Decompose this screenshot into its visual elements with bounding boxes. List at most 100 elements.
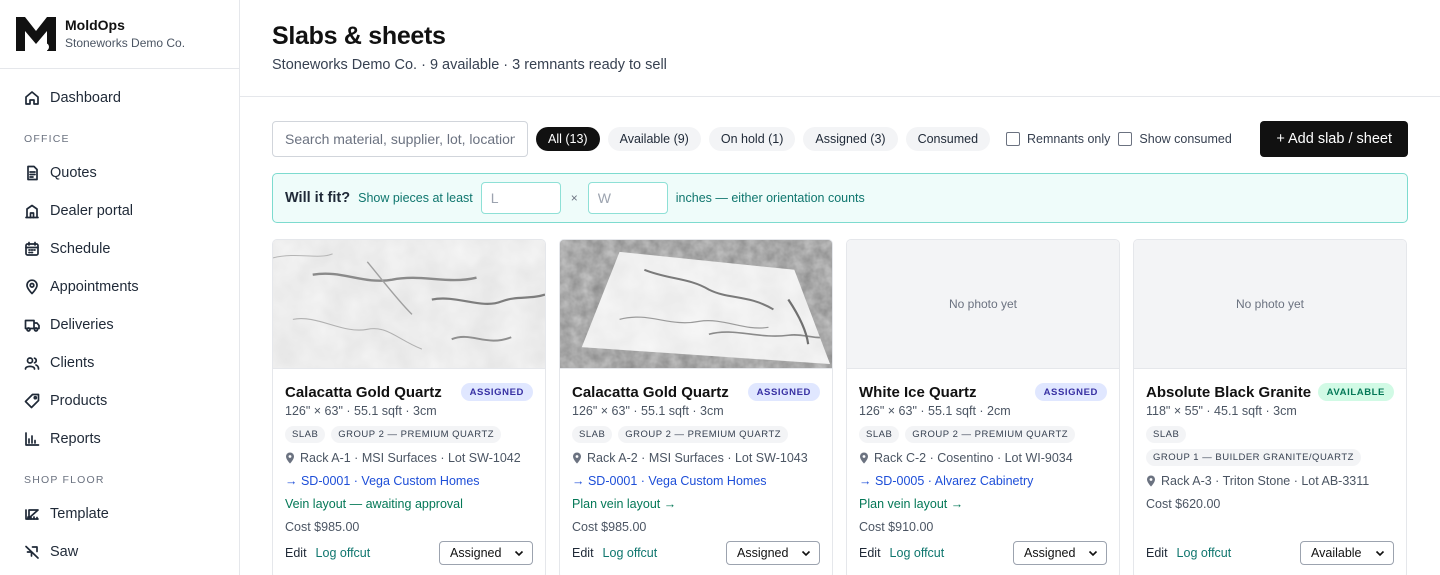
slab-photo[interactable]	[560, 240, 832, 369]
slab-cost: Cost $985.00	[285, 520, 360, 534]
sidebar-section-shop-floor: SHOP FLOOR	[24, 474, 105, 486]
map-pin-icon	[24, 279, 40, 295]
marble-photo-icon	[560, 240, 832, 368]
sidebar-item-label: Appointments	[50, 279, 139, 295]
sidebar-item-quotes[interactable]: Quotes	[0, 154, 239, 192]
page-header: Slabs & sheets Stoneworks Demo Co. · 9 a…	[240, 0, 1440, 97]
slab-dimensions: 126" × 63" · 55.1 sqft · 3cm	[572, 404, 724, 418]
sidebar-item-clients[interactable]: Clients	[0, 344, 239, 382]
job-link[interactable]: → SD-0005 · Alvarez Cabinetry	[859, 474, 1107, 488]
search-input[interactable]	[272, 121, 528, 157]
marble-photo-icon	[273, 240, 545, 368]
sidebar-item-saw[interactable]: Saw	[0, 533, 239, 571]
sidebar-item-label: Template	[50, 506, 109, 522]
add-slab-button[interactable]: + Add slab / sheet	[1260, 121, 1408, 157]
fit-length-input[interactable]	[480, 182, 561, 214]
vein-layout-status[interactable]: Vein layout — awaiting approval	[285, 497, 533, 511]
status-select[interactable]: Available	[1300, 541, 1394, 565]
chevron-down-icon	[1375, 550, 1385, 557]
sidebar-item-label: Products	[50, 393, 108, 409]
log-offcut-button[interactable]: Log offcut	[890, 546, 945, 560]
log-offcut-button[interactable]: Log offcut	[1177, 546, 1232, 560]
slab-card: No photo yet Absolute Black Granite AVAI…	[1133, 239, 1407, 575]
plan-vein-layout-link[interactable]: Plan vein layout →	[859, 497, 1107, 511]
filter-consumed[interactable]: Consumed	[905, 127, 991, 151]
slab-card-grid: Calacatta Gold Quartz ASSIGNED 126" × 63…	[272, 239, 1408, 575]
slab-type-tag: SLAB	[1146, 426, 1187, 443]
slab-photo[interactable]	[273, 240, 545, 369]
chevron-down-icon	[801, 550, 811, 557]
sidebar-item-template[interactable]: Template	[0, 495, 239, 533]
slab-location-text: Rack A-2 · MSI Surfaces · Lot SW-1043	[587, 451, 808, 465]
filter-assigned[interactable]: Assigned (3)	[803, 127, 898, 151]
status-select[interactable]: Assigned	[726, 541, 820, 565]
slab-group-tag: GROUP 2 — PREMIUM QUARTZ	[905, 426, 1076, 443]
sidebar-item-deliveries[interactable]: Deliveries	[0, 306, 239, 344]
slab-cost: Cost $985.00	[572, 520, 647, 534]
pin-icon	[286, 452, 294, 464]
show-consumed-checkbox[interactable]: Show consumed	[1118, 132, 1232, 146]
building-icon	[24, 203, 40, 219]
log-offcut-button[interactable]: Log offcut	[316, 546, 371, 560]
sidebar-item-label: Quotes	[50, 165, 97, 181]
slab-location: Rack A-3 · Triton Stone · Lot AB-3311	[1146, 474, 1394, 488]
sidebar-item-dealer-portal[interactable]: Dealer portal	[0, 192, 239, 230]
checkbox-label: Show consumed	[1139, 132, 1232, 146]
checkbox-box[interactable]	[1006, 132, 1021, 146]
plan-vein-layout-link[interactable]: Plan vein layout →	[572, 497, 820, 511]
job-link[interactable]: → SD-0001 · Vega Custom Homes	[285, 474, 533, 488]
remnants-only-checkbox[interactable]: Remnants only	[1006, 132, 1110, 146]
slab-location-text: Rack A-1 · MSI Surfaces · Lot SW-1042	[300, 451, 521, 465]
sidebar-item-label: Deliveries	[50, 317, 114, 333]
edit-button[interactable]: Edit	[572, 546, 594, 560]
pin-icon	[573, 452, 581, 464]
sidebar-item-label: Saw	[50, 544, 79, 560]
slab-card: No photo yet White Ice Quartz ASSIGNED 1…	[846, 239, 1120, 575]
filter-on-hold[interactable]: On hold (1)	[708, 127, 796, 151]
slab-card: Calacatta Gold Quartz ASSIGNED 126" × 63…	[272, 239, 546, 575]
page-title: Slabs & sheets	[272, 22, 446, 50]
checkbox-label: Remnants only	[1027, 132, 1111, 146]
brand-company: Stoneworks Demo Co.	[65, 36, 186, 50]
slab-title: Calacatta Gold Quartz	[572, 383, 729, 401]
slab-group-tag: GROUP 1 — BUILDER GRANITE/QUARTZ	[1146, 449, 1361, 466]
slab-photo-placeholder[interactable]: No photo yet	[1134, 240, 1406, 369]
calendar-icon	[24, 241, 40, 257]
home-icon	[24, 90, 40, 106]
slab-location-text: Rack C-2 · Cosentino · Lot WI-9034	[874, 451, 1073, 465]
page-subtitle: Stoneworks Demo Co. · 9 available · 3 re…	[272, 57, 667, 73]
sidebar: MoldOps Stoneworks Demo Co. Dashboard OF…	[0, 0, 240, 575]
sidebar-item-appointments[interactable]: Appointments	[0, 268, 239, 306]
slab-group-tag: GROUP 2 — PREMIUM QUARTZ	[331, 426, 502, 443]
sidebar-item-products[interactable]: Products	[0, 382, 239, 420]
status-select[interactable]: Assigned	[439, 541, 533, 565]
sidebar-item-schedule[interactable]: Schedule	[0, 230, 239, 268]
fit-width-input[interactable]	[587, 182, 668, 214]
filter-available[interactable]: Available (9)	[607, 127, 701, 151]
fit-times-sign: ×	[570, 191, 578, 205]
document-icon	[24, 165, 40, 181]
status-select[interactable]: Assigned	[1013, 541, 1107, 565]
job-link[interactable]: → SD-0001 · Vega Custom Homes	[572, 474, 820, 488]
slab-type-tag: SLAB	[859, 426, 900, 443]
sidebar-item-reports[interactable]: Reports	[0, 420, 239, 458]
filter-all[interactable]: All (13)	[536, 127, 600, 151]
brand-name: MoldOps	[65, 17, 125, 33]
sidebar-item-label: Schedule	[50, 241, 111, 257]
edit-button[interactable]: Edit	[859, 546, 881, 560]
log-offcut-button[interactable]: Log offcut	[603, 546, 658, 560]
slab-photo-placeholder[interactable]: No photo yet	[847, 240, 1119, 369]
chevron-down-icon	[514, 550, 524, 557]
slab-location-text: Rack A-3 · Triton Stone · Lot AB-3311	[1161, 474, 1370, 488]
users-icon	[24, 355, 40, 371]
fit-lead-text: Show pieces at least	[358, 191, 473, 205]
saw-icon	[24, 544, 40, 560]
edit-button[interactable]: Edit	[285, 546, 307, 560]
sidebar-item-dashboard[interactable]: Dashboard	[0, 79, 239, 117]
status-badge: ASSIGNED	[1034, 383, 1107, 401]
status-select-value: Assigned	[737, 546, 789, 560]
checkbox-box[interactable]	[1118, 132, 1133, 146]
truck-icon	[24, 317, 40, 333]
will-it-fit-panel: Will it fit? Show pieces at least × inch…	[272, 173, 1408, 223]
edit-button[interactable]: Edit	[1146, 546, 1168, 560]
